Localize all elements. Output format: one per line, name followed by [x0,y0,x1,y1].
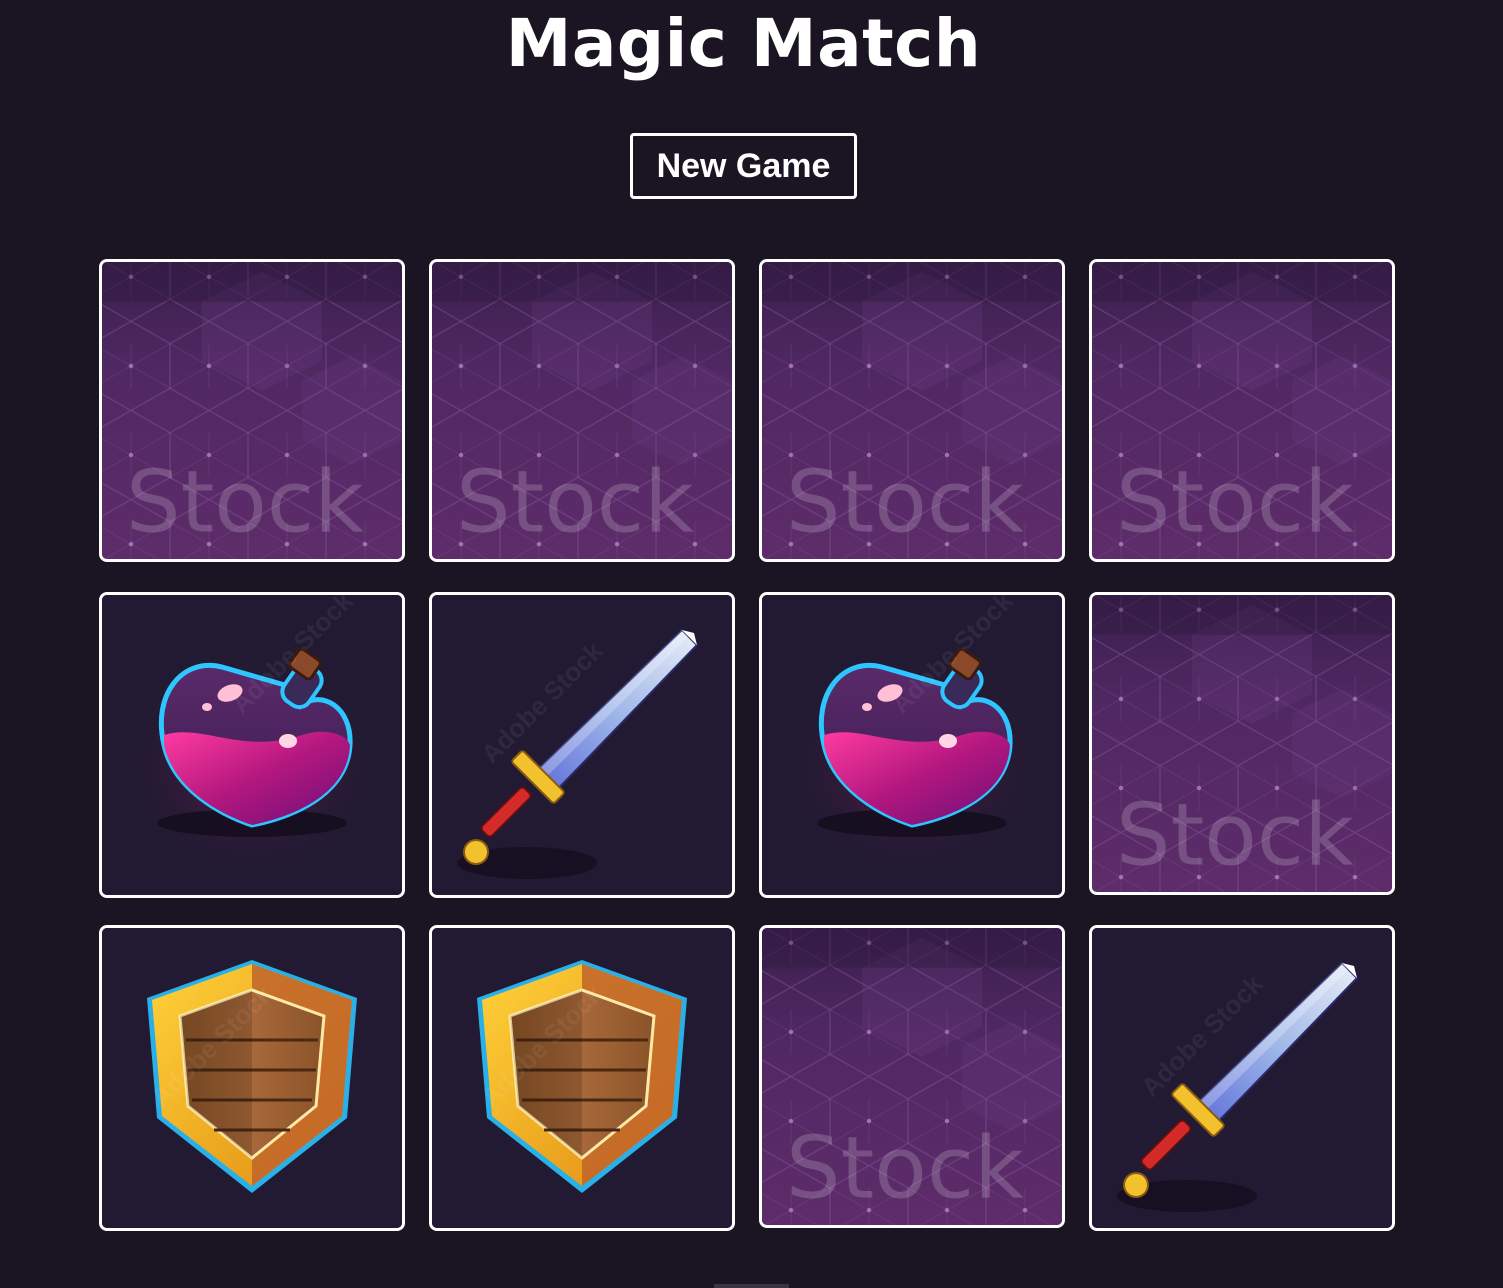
card-back-watermark: Stock [1116,454,1354,553]
card-grid: Stock Stock Stock Stock Adobe Stock Adob… [99,259,1395,1231]
card-back-hexagon-pattern: Stock [1092,262,1392,559]
potion-icon: Adobe Stock [762,595,1062,895]
card-shield[interactable]: Adobe Stock [99,925,405,1231]
card-back-hexagon-pattern: Stock [432,262,732,559]
game-page: Magic Match New Game Stock Stock Stock S… [0,0,1503,1288]
new-game-button[interactable]: New Game [630,133,857,199]
potion-icon: Adobe Stock [102,595,402,895]
card-back-watermark: Stock [456,454,694,553]
scroll-indicator [714,1284,789,1288]
card-face-down[interactable]: Stock [1089,259,1395,562]
card-back-hexagon-pattern: Stock [1092,595,1392,892]
card-back-watermark: Stock [786,1120,1024,1219]
sword-icon: Adobe Stock [432,595,732,895]
card-face-down[interactable]: Stock [759,925,1065,1228]
card-face-down[interactable]: Stock [99,259,405,562]
card-back-watermark: Stock [786,454,1024,553]
card-back-watermark: Stock [126,454,364,553]
game-title: Magic Match [505,5,982,82]
card-face-down[interactable]: Stock [759,259,1065,562]
sword-icon: Adobe Stock [1092,928,1392,1228]
card-potion[interactable]: Adobe Stock [99,592,405,898]
card-back-hexagon-pattern: Stock [762,928,1062,1225]
card-sword[interactable]: Adobe Stock [1089,925,1395,1231]
card-potion[interactable]: Adobe Stock [759,592,1065,898]
card-back-hexagon-pattern: Stock [762,262,1062,559]
card-shield[interactable]: Adobe Stock [429,925,735,1231]
card-face-down[interactable]: Stock [1089,592,1395,895]
card-sword[interactable]: Adobe Stock [429,592,735,898]
card-back-watermark: Stock [1116,787,1354,886]
card-back-hexagon-pattern: Stock [102,262,402,559]
shield-icon: Adobe Stock [432,928,732,1228]
shield-icon: Adobe Stock [102,928,402,1228]
card-face-down[interactable]: Stock [429,259,735,562]
